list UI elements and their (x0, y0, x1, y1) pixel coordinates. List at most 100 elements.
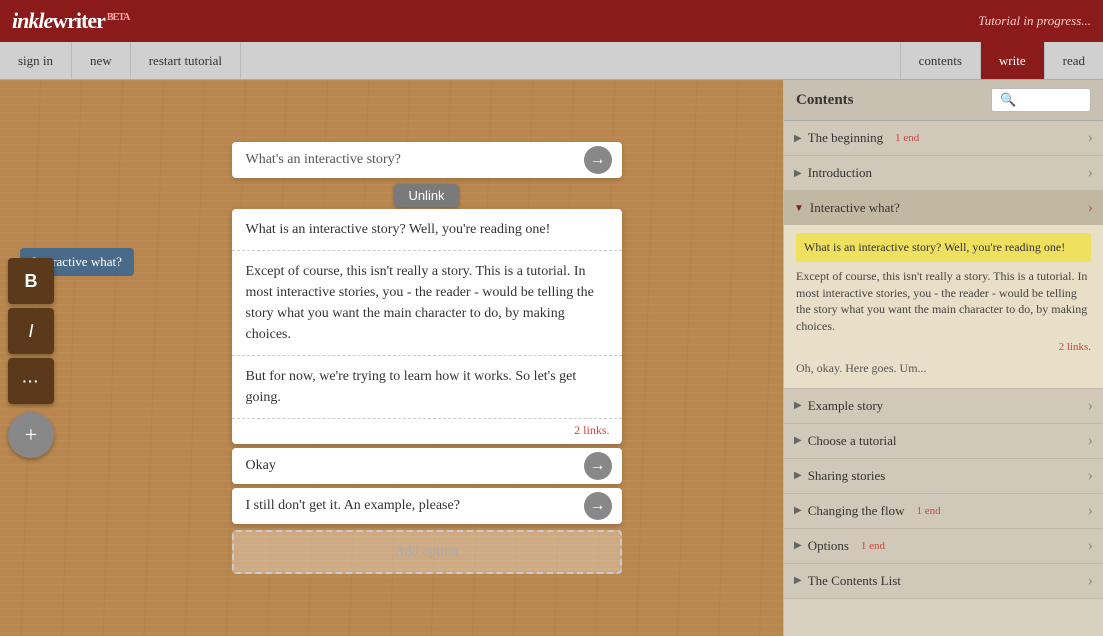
contents-item-header-options[interactable]: ▶ Options 1 end › (784, 529, 1103, 563)
contents-item-header-interactive-what[interactable]: ▼ Interactive what? › (784, 191, 1103, 225)
option-okay-arrow: → (584, 452, 612, 480)
end-badge: 1 end (895, 132, 919, 144)
write-nav[interactable]: write (980, 42, 1044, 79)
contents-item-left: ▶ Example story (794, 398, 883, 414)
add-button[interactable]: + (8, 412, 54, 458)
item-title: Choose a tutorial (808, 433, 897, 449)
card-content-2: Except of course, this isn't really a st… (232, 251, 622, 356)
main-area: Interactive what? B I ··· + What's an in… (0, 80, 1103, 636)
triangle-icon: ▶ (794, 133, 802, 144)
triangle-icon: ▶ (794, 575, 802, 586)
search-box[interactable]: 🔍 (991, 88, 1091, 112)
contents-item-left: ▶ The beginning 1 end (794, 130, 919, 146)
restart-tutorial-nav[interactable]: restart tutorial (131, 42, 241, 79)
contents-item-header-the-beginning[interactable]: ▶ The beginning 1 end › (784, 121, 1103, 155)
expanded-body-text: Except of course, this isn't really a st… (796, 268, 1091, 335)
contents-item-options[interactable]: ▶ Options 1 end › (784, 529, 1103, 564)
nav-left: sign in new restart tutorial (0, 42, 241, 79)
contents-item-left: ▶ Introduction (794, 165, 872, 181)
contents-item-sharing-stories[interactable]: ▶ Sharing stories › (784, 459, 1103, 494)
signin-nav[interactable]: sign in (0, 42, 72, 79)
top-card[interactable]: What's an interactive story? → (232, 142, 622, 178)
triangle-icon: ▶ (794, 505, 802, 516)
triangle-open-icon: ▼ (794, 203, 804, 214)
more-button[interactable]: ··· (8, 358, 54, 404)
card-content-3: But for now, we're trying to learn how i… (232, 356, 622, 419)
contents-item-example-story[interactable]: ▶ Example story › (784, 389, 1103, 424)
option-okay-text: Okay (246, 458, 276, 473)
option-example-arrow: → (584, 492, 612, 520)
contents-item-left: ▼ Interactive what? (794, 200, 900, 216)
logo-area: inkleinklewriterwriterBETA (12, 8, 129, 34)
item-title: Example story (808, 398, 883, 414)
top-card-text: What's an interactive story? (246, 152, 401, 167)
add-option-button[interactable]: Add option (232, 530, 622, 574)
contents-panel: Contents 🔍 ▶ The beginning 1 end › (783, 80, 1103, 636)
item-title: The Contents List (808, 573, 901, 589)
cards-area: What's an interactive story? → Unlink Wh… (70, 80, 783, 636)
nav-arrow-icon: › (1088, 199, 1093, 217)
triangle-icon: ▶ (794, 435, 802, 446)
new-nav[interactable]: new (72, 42, 131, 79)
nav-right: contents write read (900, 42, 1103, 79)
nav-arrow-icon: › (1088, 502, 1093, 520)
sidebar-tools: B I ··· + (8, 258, 54, 458)
card-content-1: What is an interactive story? Well, you'… (232, 209, 622, 251)
contents-item-header-sharing-stories[interactable]: ▶ Sharing stories › (784, 459, 1103, 493)
contents-item-left: ▶ The Contents List (794, 573, 901, 589)
item-title: The beginning (808, 130, 883, 146)
option-okay[interactable]: Okay → (232, 448, 622, 484)
contents-expanded-section: What is an interactive story? Well, you'… (784, 225, 1103, 388)
unlink-button[interactable]: Unlink (394, 184, 458, 207)
search-icon: 🔍 (1000, 92, 1016, 108)
nav-arrow-icon: › (1088, 467, 1093, 485)
contents-item-choose-tutorial[interactable]: ▶ Choose a tutorial › (784, 424, 1103, 459)
logo: inkleinklewriterwriterBETA (12, 8, 129, 34)
triangle-icon: ▶ (794, 400, 802, 411)
top-bar: inkleinklewriterwriterBETA Tutorial in p… (0, 0, 1103, 42)
end-badge: 1 end (916, 505, 940, 517)
triangle-icon: ▶ (794, 540, 802, 551)
option-example[interactable]: I still don't get it. An example, please… (232, 488, 622, 524)
expanded-secondary-text: Oh, okay. Here goes. Um... (796, 357, 1091, 380)
contents-item-left: ▶ Sharing stories (794, 468, 885, 484)
top-card-arrow: → (584, 146, 612, 174)
expanded-links-count: 2 links. (796, 341, 1091, 353)
contents-item-introduction[interactable]: ▶ Introduction › (784, 156, 1103, 191)
item-title: Interactive what? (810, 200, 900, 216)
contents-item-changing-flow[interactable]: ▶ Changing the flow 1 end › (784, 494, 1103, 529)
end-badge: 1 end (861, 540, 885, 552)
contents-item-header-contents-list[interactable]: ▶ The Contents List › (784, 564, 1103, 598)
tutorial-progress: Tutorial in progress... (978, 13, 1091, 29)
item-title: Introduction (808, 165, 872, 181)
bold-button[interactable]: B (8, 258, 54, 304)
contents-title: Contents (796, 92, 854, 109)
links-count: 2 links. (232, 419, 622, 444)
story-panel: Interactive what? B I ··· + What's an in… (0, 80, 783, 636)
contents-item-left: ▶ Choose a tutorial (794, 433, 897, 449)
nav-bar: sign in new restart tutorial contents wr… (0, 42, 1103, 80)
triangle-icon: ▶ (794, 168, 802, 179)
nav-arrow-icon: › (1088, 572, 1093, 590)
main-story-card: What is an interactive story? Well, you'… (232, 209, 622, 444)
expanded-highlight-text: What is an interactive story? Well, you'… (796, 233, 1091, 262)
triangle-icon: ▶ (794, 470, 802, 481)
contents-item-left: ▶ Options 1 end (794, 538, 885, 554)
read-nav[interactable]: read (1044, 42, 1103, 79)
contents-item-header-example-story[interactable]: ▶ Example story › (784, 389, 1103, 423)
beta-badge: BETA (107, 12, 130, 23)
nav-arrow-icon: › (1088, 397, 1093, 415)
contents-item-header-choose-tutorial[interactable]: ▶ Choose a tutorial › (784, 424, 1103, 458)
item-title: Sharing stories (808, 468, 886, 484)
contents-item-contents-list[interactable]: ▶ The Contents List › (784, 564, 1103, 599)
nav-arrow-icon: › (1088, 164, 1093, 182)
item-title: Options (808, 538, 849, 554)
contents-nav[interactable]: contents (900, 42, 980, 79)
contents-item-header-introduction[interactable]: ▶ Introduction › (784, 156, 1103, 190)
nav-arrow-icon: › (1088, 432, 1093, 450)
nav-arrow-icon: › (1088, 537, 1093, 555)
contents-item-header-changing-flow[interactable]: ▶ Changing the flow 1 end › (784, 494, 1103, 528)
contents-item-interactive-what[interactable]: ▼ Interactive what? › What is an interac… (784, 191, 1103, 389)
italic-button[interactable]: I (8, 308, 54, 354)
contents-item-the-beginning[interactable]: ▶ The beginning 1 end › (784, 121, 1103, 156)
